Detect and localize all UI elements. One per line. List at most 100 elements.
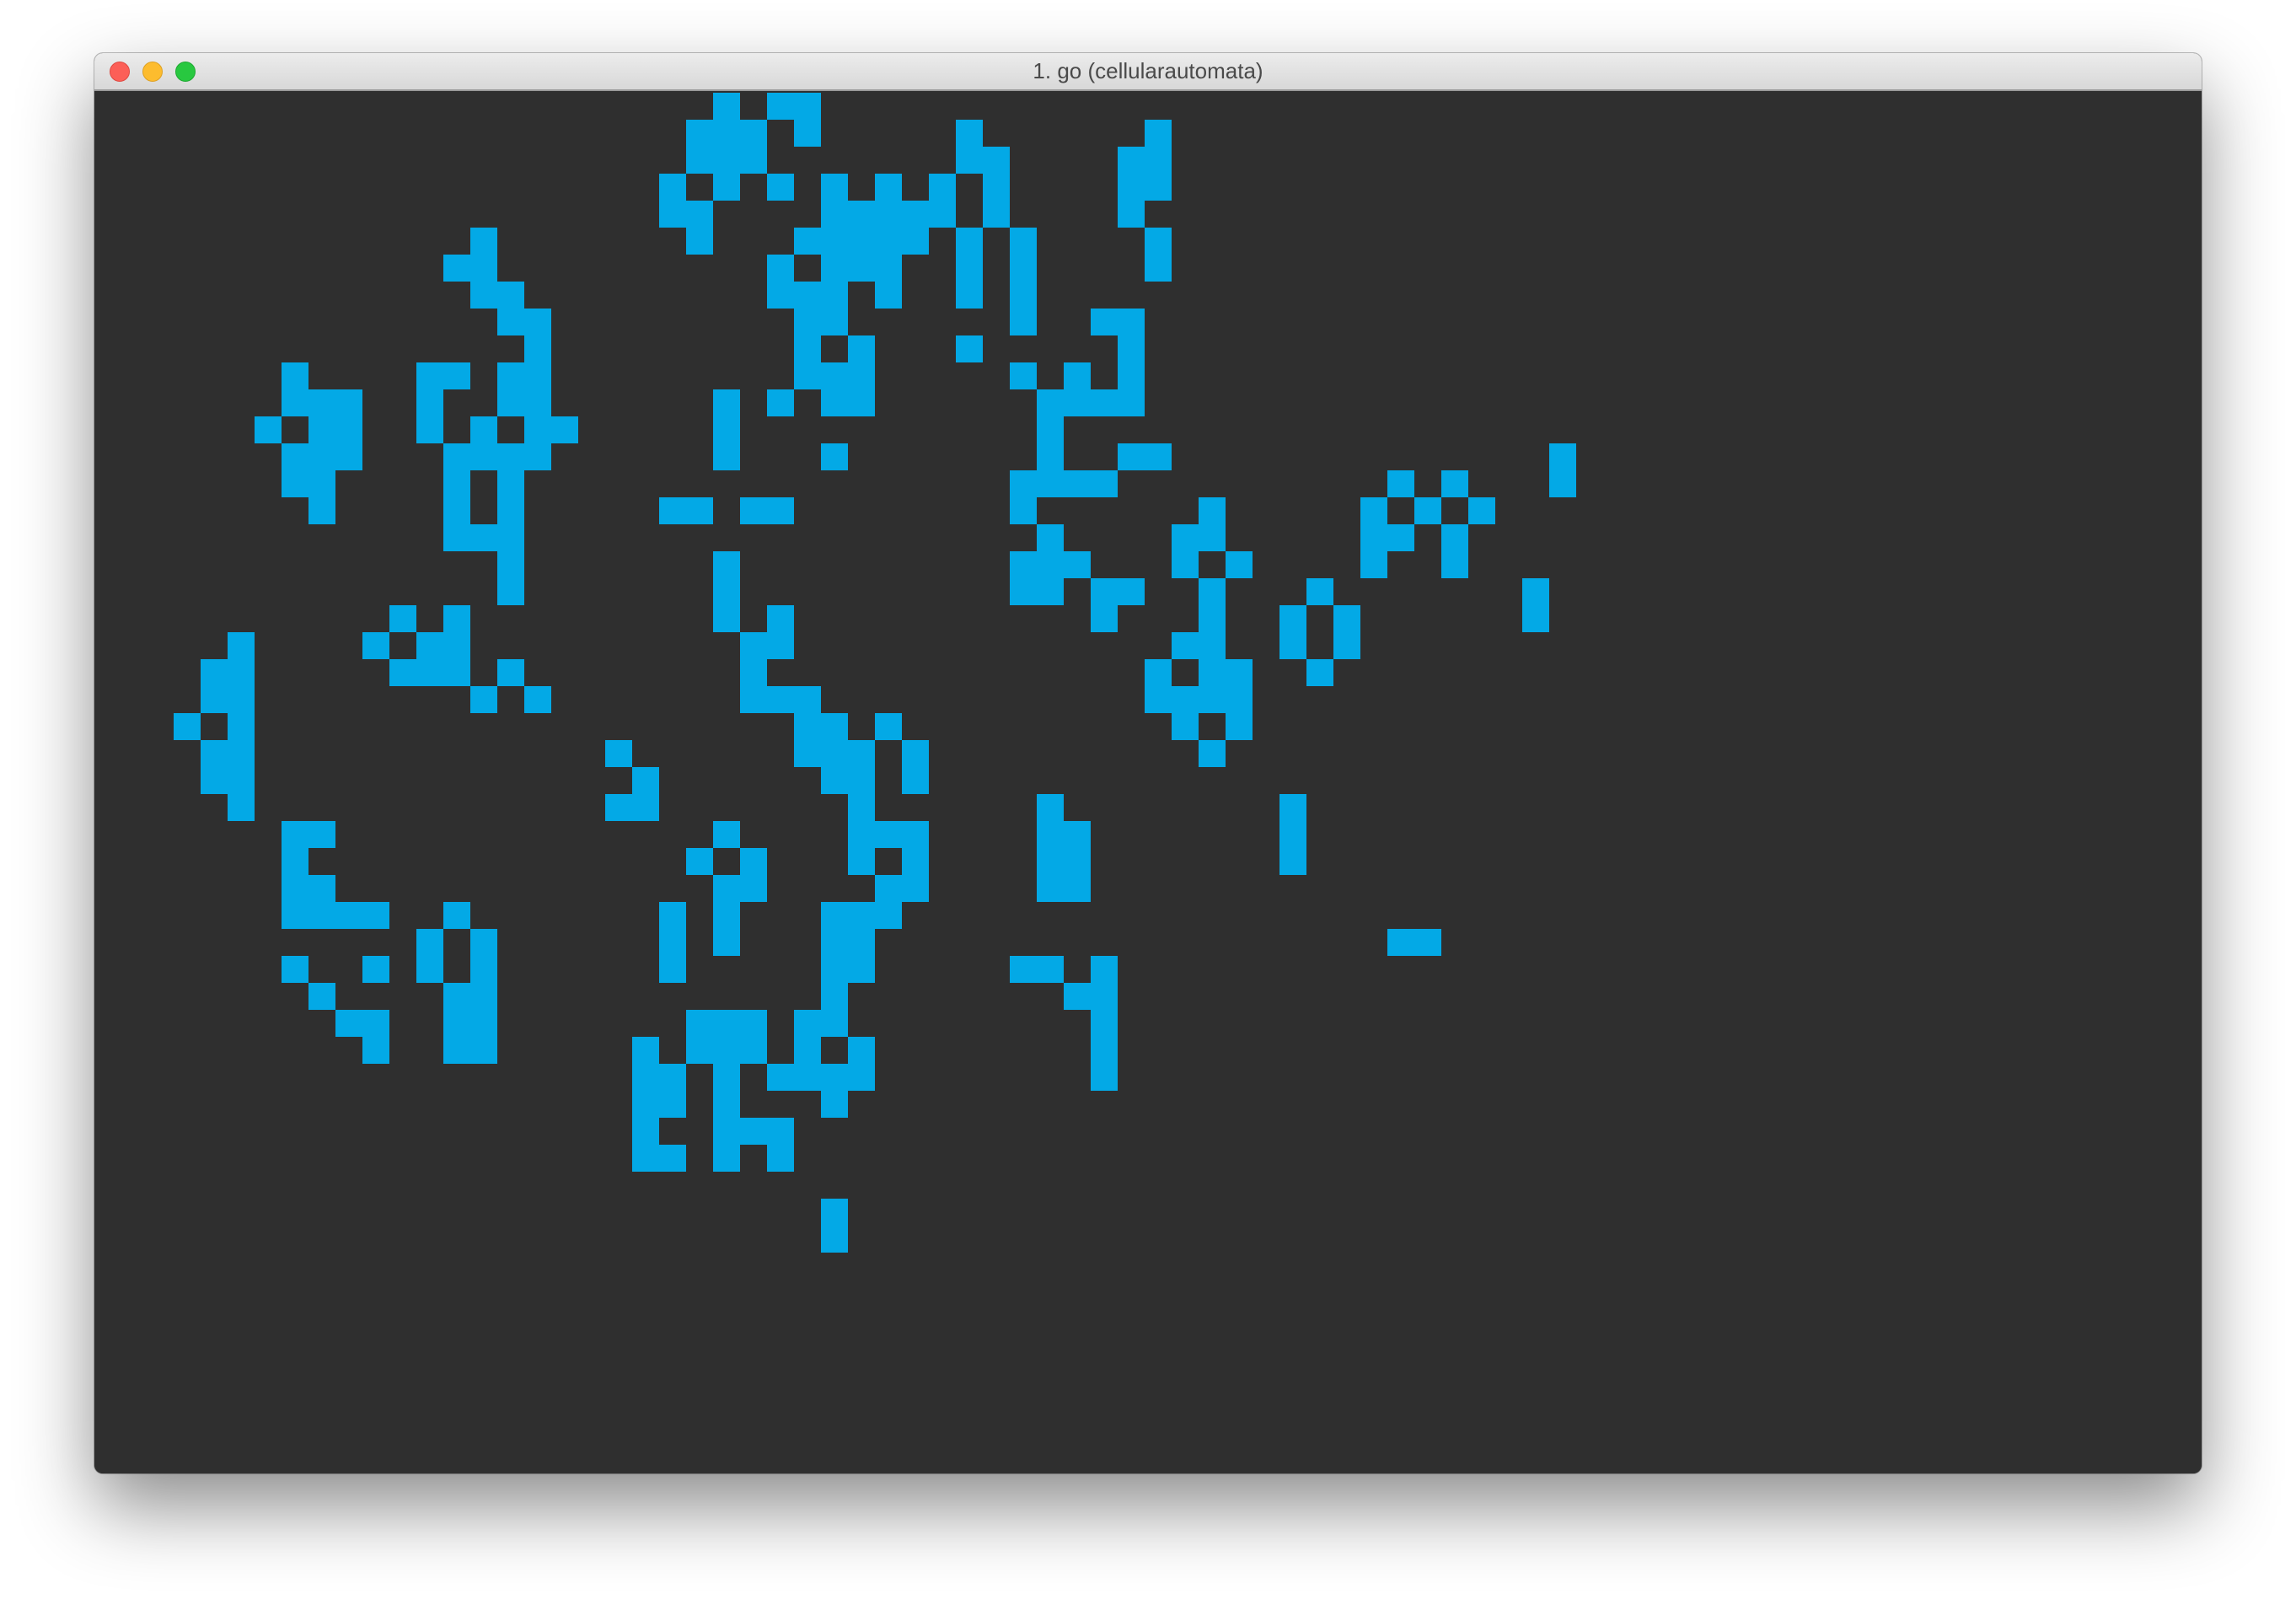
live-cell [875,902,902,929]
live-cell [1091,1010,1118,1037]
live-cell [848,821,875,848]
live-cell [1360,551,1387,578]
live-cell [308,875,335,902]
live-cell [848,335,875,362]
live-cell [848,794,875,821]
live-cell [1037,524,1064,551]
live-cell [1226,659,1253,686]
live-cell [686,147,713,174]
live-cell [443,632,470,659]
live-cell [201,740,255,767]
live-cell [713,147,740,174]
live-cell [713,1145,740,1172]
terminal-window: 1. go (cellularautomata) [94,53,2202,1473]
live-cell [1226,686,1253,713]
live-cell [282,902,308,929]
live-cell [470,1010,497,1037]
live-cell [794,120,821,147]
live-cell [1118,174,1145,201]
live-cell [632,767,659,794]
live-cell [389,605,416,632]
live-cell [659,1145,686,1172]
title-bar[interactable]: 1. go (cellularautomata) [94,53,2202,91]
live-cell [443,497,470,524]
live-cell [821,1010,848,1037]
live-cell [470,255,497,282]
live-cell [659,929,686,956]
live-cell [1199,605,1226,632]
live-cell [821,956,848,983]
live-cell [767,632,794,659]
live-cell [1091,1064,1118,1091]
live-cell [308,902,389,929]
live-cell [1037,389,1064,416]
live-cell [1172,524,1226,551]
live-cell [767,389,794,416]
live-cell [1441,551,1468,578]
live-cell [1118,309,1145,335]
live-cell [1118,362,1145,389]
live-cell [632,1118,659,1145]
live-cell [282,848,308,875]
live-cell [713,902,740,929]
live-cell [1387,929,1441,956]
terminal-content [94,91,2202,1473]
live-cell [794,228,821,255]
live-cell [821,983,848,1010]
live-cell [308,821,335,848]
live-cell [1091,578,1145,605]
live-cell [282,362,308,389]
live-cell [1037,794,1064,821]
live-cell [767,1118,794,1145]
live-cell [1091,1037,1118,1064]
live-cell [983,201,1010,228]
live-cell [686,120,740,147]
live-cell [416,416,443,443]
live-cell [821,713,848,740]
live-cell [713,416,740,443]
live-cell [848,1037,875,1064]
live-cell [443,1037,497,1064]
live-cell [1279,632,1306,659]
live-cell [1199,497,1226,524]
live-cell [1468,497,1495,524]
live-cell [902,767,929,794]
live-cell [659,956,686,983]
live-cell [1199,740,1226,767]
live-cell [821,282,848,309]
live-cell [497,497,524,524]
live-cell [1387,470,1414,497]
live-cell [1037,416,1064,443]
live-cell [1010,255,1037,282]
live-cell [551,416,578,443]
live-cell [228,713,255,740]
live-cell [470,524,524,551]
live-cell [1333,632,1360,659]
live-cell [848,228,902,255]
live-cell [282,389,335,416]
live-cell [983,174,1010,201]
live-cell [308,416,362,443]
live-cell [497,389,524,416]
live-cell [713,1091,740,1118]
live-cell [1010,551,1037,578]
live-cell [956,120,983,147]
live-cell [713,1118,740,1145]
live-cell [1199,578,1226,605]
live-cell [794,362,848,389]
live-cell [443,443,470,470]
live-cell [228,632,255,659]
live-cell [1414,497,1441,524]
live-cell [713,389,740,416]
live-cell [416,362,443,389]
live-cell [686,848,713,875]
live-cell [470,686,497,713]
live-cell [767,93,821,120]
live-cell [1145,174,1172,201]
live-cell [821,767,848,794]
live-cell [1064,848,1091,875]
live-cell [713,821,740,848]
live-cell [282,470,308,497]
live-cell [929,174,956,201]
live-cell [1010,228,1037,255]
